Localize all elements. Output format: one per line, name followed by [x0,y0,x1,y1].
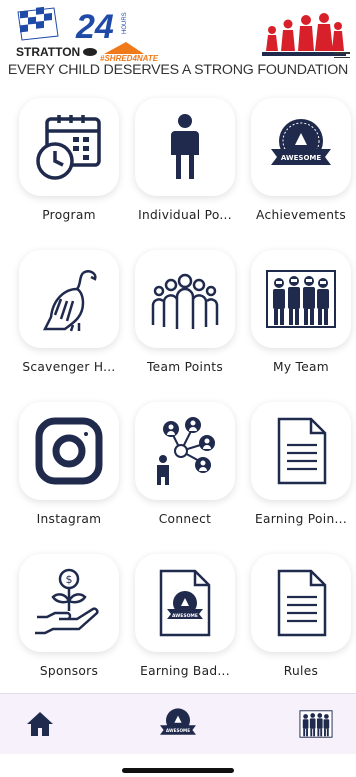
tile-label: Achievements [256,208,346,222]
menu-icon[interactable] [334,52,350,58]
svg-text:STRATTON: STRATTON [16,45,80,59]
tile-card[interactable]: AWESOME [135,554,235,652]
tab-home[interactable] [0,700,80,748]
svg-text:HOURS: HOURS [122,12,128,34]
tile-card[interactable]: AWESOME [251,98,351,196]
tile-label: Scavenger H... [22,360,116,374]
checkered-flag-icon [17,6,59,41]
tile-achievements[interactable]: AWESOME Achievements [250,98,352,222]
tile-sponsors[interactable]: $ Sponsors [18,554,120,678]
document-icon [277,569,327,637]
tile-card[interactable] [19,98,119,196]
tagline: EVERY CHILD DESERVES A STRONG FOUNDATION [7,62,349,78]
person-icon [171,114,199,179]
tab-achievements[interactable]: AWESOME [138,700,218,748]
svg-text:#SHRED4NATE: #SHRED4NATE [100,54,159,62]
tile-label: Program [42,208,96,222]
tile-label: Earning Bad... [140,664,230,678]
tile-card[interactable] [135,98,235,196]
tile-card[interactable]: $ [19,554,119,652]
tile-card[interactable] [135,250,235,348]
tile-card[interactable] [135,402,235,500]
tile-label: My Team [273,360,329,374]
network-people-icon [157,417,215,485]
tile-card[interactable] [19,402,119,500]
feature-grid: Program Individual Po... AWESOME Achieve… [18,98,351,678]
tile-label: Earning Poin... [254,512,347,526]
tile-instagram[interactable]: Instagram [18,402,120,526]
tile-scavenger-hunt[interactable]: Scavenger H... [18,250,120,374]
home-indicator[interactable] [122,768,234,773]
tile-label: Sponsors [39,664,99,678]
team-photo-icon [299,710,333,738]
tile-card[interactable] [251,554,351,652]
tile-program[interactable]: Program [18,98,120,222]
app-header: 24 HOURS STRATTON #SHRED4NATE EVERY CHIL… [0,0,356,88]
team-photo-icon [266,270,336,328]
svg-text:AWESOME: AWESOME [172,613,198,619]
svg-text:24: 24 [75,8,114,46]
bottom-tab-bar: AWESOME [0,693,356,754]
svg-text:AWESOME: AWESOME [281,154,322,162]
tile-label: Individual Po... [138,208,232,222]
svg-text:$: $ [66,573,73,586]
stratton-24-logo: 24 HOURS STRATTON #SHRED4NATE [16,6,159,62]
tile-connect[interactable]: Connect [134,402,236,526]
document-icon [277,417,327,485]
tile-my-team[interactable]: My Team [250,250,352,374]
tile-label: Rules [283,664,319,678]
instagram-icon [35,417,103,485]
tile-card[interactable] [251,402,351,500]
tile-team-points[interactable]: Team Points [134,250,236,374]
tile-earning-points[interactable]: Earning Poin... [250,402,352,526]
money-plant-hand-icon: $ [35,568,99,635]
tile-card[interactable] [251,250,351,348]
tile-individual-points[interactable]: Individual Po... [134,98,236,222]
home-icon [27,712,53,736]
vulture-icon [42,270,97,332]
tab-team[interactable] [276,700,356,748]
team-group-icon [151,273,219,329]
awesome-badge-icon: AWESOME [271,119,331,165]
tile-earning-badges[interactable]: AWESOME Earning Bad... [134,554,236,678]
tile-label: Connect [158,512,212,526]
tile-card[interactable] [19,250,119,348]
svg-text:AWESOME: AWESOME [166,728,190,733]
awesome-badge-icon: AWESOME [160,708,196,735]
calendar-clock-icon [36,115,101,180]
badge-document-icon: AWESOME [159,569,211,637]
tile-label: Instagram [36,512,102,526]
tile-rules[interactable]: Rules [250,554,352,678]
tile-label: Team Points [147,360,223,374]
